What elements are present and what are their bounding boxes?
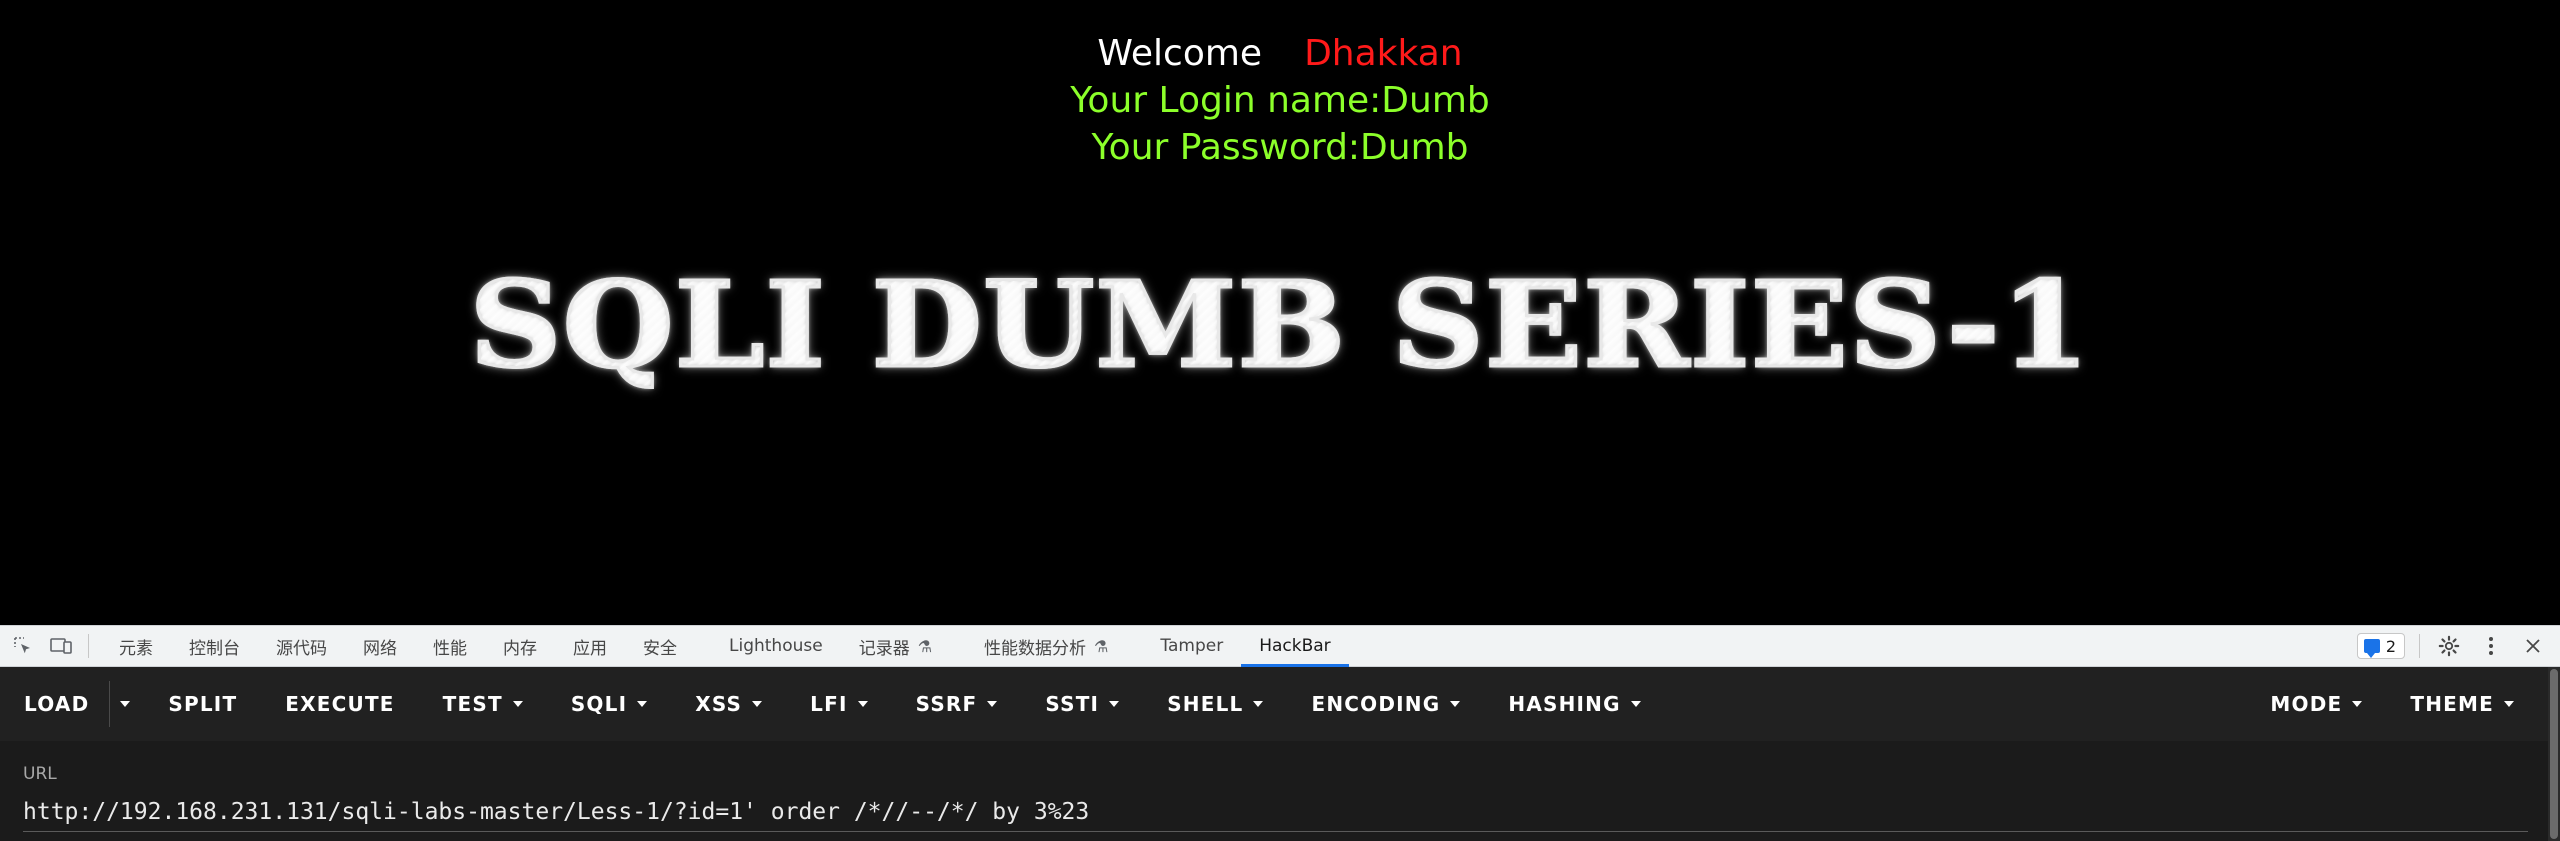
caret-down-icon (2352, 701, 2363, 707)
panel-scrollbar[interactable] (2548, 667, 2560, 841)
welcome-username: Dhakkan (1304, 33, 1463, 74)
more-vertical-icon[interactable] (2476, 631, 2506, 661)
tab-lighthouse[interactable]: Lighthouse (711, 626, 841, 666)
caret-down-icon (857, 701, 868, 707)
caret-down-icon (512, 701, 523, 707)
ssrf-menu-button[interactable]: SSRF (892, 667, 1022, 741)
hackbar-url-panel: URL (0, 741, 2548, 841)
tab-memory[interactable]: 内存 (485, 626, 555, 666)
tab-console[interactable]: 控制台 (171, 626, 258, 666)
button-label: SSTI (1045, 692, 1100, 716)
issues-message-icon (2363, 639, 2380, 658)
tab-label: 安全 (643, 638, 677, 659)
caret-down-icon (2504, 701, 2514, 707)
tab-label: HackBar (1259, 636, 1331, 656)
tab-label: 控制台 (189, 638, 240, 659)
button-label: SPLIT (168, 692, 238, 716)
inspect-element-icon[interactable] (10, 633, 36, 659)
tab-label: 记录器 (858, 638, 910, 659)
split-button[interactable]: SPLIT (144, 667, 261, 741)
tab-label: 应用 (573, 638, 607, 659)
flask-icon: ⚗ (917, 636, 933, 656)
hashing-menu-button[interactable]: HASHING (1484, 667, 1664, 741)
url-label: URL (23, 764, 57, 784)
flask-icon: ⚗ (1094, 636, 1109, 656)
settings-gear-icon[interactable] (2434, 631, 2464, 661)
button-label: LFI (810, 692, 848, 716)
caret-down-icon (637, 701, 648, 707)
xss-menu-button[interactable]: XSS (671, 667, 786, 741)
caret-down-icon (1450, 701, 1461, 707)
caret-down-icon (987, 701, 998, 707)
toolbar-divider (2419, 634, 2420, 658)
tab-label: 内存 (503, 638, 537, 659)
button-label: THEME (2410, 692, 2494, 716)
issues-count: 2 (2385, 636, 2396, 656)
welcome-line: Welcome Dhakkan (0, 30, 2560, 77)
close-icon[interactable] (2518, 631, 2548, 661)
tab-label: 性能数据分析 (984, 638, 1087, 659)
tab-label: 源代码 (276, 638, 327, 659)
tab-performance[interactable]: 性能 (415, 626, 485, 666)
tab-elements[interactable]: 元素 (101, 626, 171, 666)
mode-menu-button[interactable]: MODE (2246, 667, 2386, 741)
login-name-line: Your Login name:Dumb (1070, 80, 1490, 121)
tab-label: 元素 (119, 638, 153, 659)
welcome-text: Welcome (1097, 33, 1263, 74)
welcome-block: Welcome Dhakkan Your Login name:Dumb Your… (0, 30, 2560, 171)
tab-hackbar[interactable]: HackBar (1241, 626, 1350, 667)
devtools-tab-bar: 元素 控制台 源代码 网络 性能 内存 应用 安全 Lighthouse 记录器… (0, 625, 2560, 667)
caret-down-icon (1253, 701, 1264, 707)
button-label: LOAD (24, 692, 90, 716)
button-label: SSRF (915, 692, 978, 716)
button-label: EXECUTE (285, 692, 395, 716)
tab-label: 网络 (363, 638, 397, 659)
load-button[interactable]: LOAD (0, 667, 109, 741)
tab-label: Lighthouse (729, 636, 823, 656)
button-label: XSS (695, 692, 743, 716)
tab-performance-insights[interactable]: 性能数据分析 ⚗ (966, 626, 1126, 666)
hackbar-toolbar: LOAD SPLIT EXECUTE TEST SQLI XSS LFI SSR… (0, 667, 2548, 741)
load-dropdown-toggle[interactable] (109, 681, 144, 727)
devtools-right-controls: 2 (2356, 626, 2560, 666)
caret-down-icon (120, 701, 131, 707)
sqli-banner-title: SQLI DUMB SERIES-1 (0, 254, 2560, 396)
tab-label: 性能 (433, 638, 467, 659)
tab-sources[interactable]: 源代码 (258, 626, 345, 666)
issues-badge[interactable]: 2 (2356, 633, 2405, 659)
button-label: MODE (2270, 692, 2343, 716)
tab-security[interactable]: 安全 (625, 626, 695, 666)
shell-menu-button[interactable]: SHELL (1143, 667, 1287, 741)
button-label: SHELL (1167, 692, 1244, 716)
caret-down-icon (752, 701, 763, 707)
url-input[interactable] (23, 799, 2528, 832)
lfi-menu-button[interactable]: LFI (786, 667, 891, 741)
button-label: SQLI (570, 692, 628, 716)
caret-down-icon (1109, 701, 1120, 707)
tab-tamper[interactable]: Tamper (1142, 626, 1241, 666)
tab-application[interactable]: 应用 (555, 626, 625, 666)
page-viewport: Welcome Dhakkan Your Login name:Dumb Your… (0, 0, 2560, 625)
ssti-menu-button[interactable]: SSTI (1021, 667, 1143, 741)
caret-down-icon (1630, 701, 1641, 707)
button-label: ENCODING (1311, 692, 1441, 716)
toolbar-divider (88, 634, 89, 658)
tab-label: Tamper (1160, 636, 1224, 656)
theme-menu-button[interactable]: THEME (2386, 667, 2548, 741)
execute-button[interactable]: EXECUTE (261, 667, 418, 741)
sqli-menu-button[interactable]: SQLI (547, 667, 671, 741)
tab-network[interactable]: 网络 (345, 626, 415, 666)
scrollbar-thumb[interactable] (2550, 669, 2558, 839)
test-menu-button[interactable]: TEST (419, 667, 547, 741)
tab-recorder[interactable]: 记录器 ⚗ (841, 626, 950, 666)
password-line: Your Password:Dumb (1091, 127, 1469, 168)
device-toolbar-icon[interactable] (48, 633, 74, 659)
button-label: HASHING (1508, 692, 1621, 716)
encoding-menu-button[interactable]: ENCODING (1287, 667, 1484, 741)
button-label: TEST (442, 692, 503, 716)
